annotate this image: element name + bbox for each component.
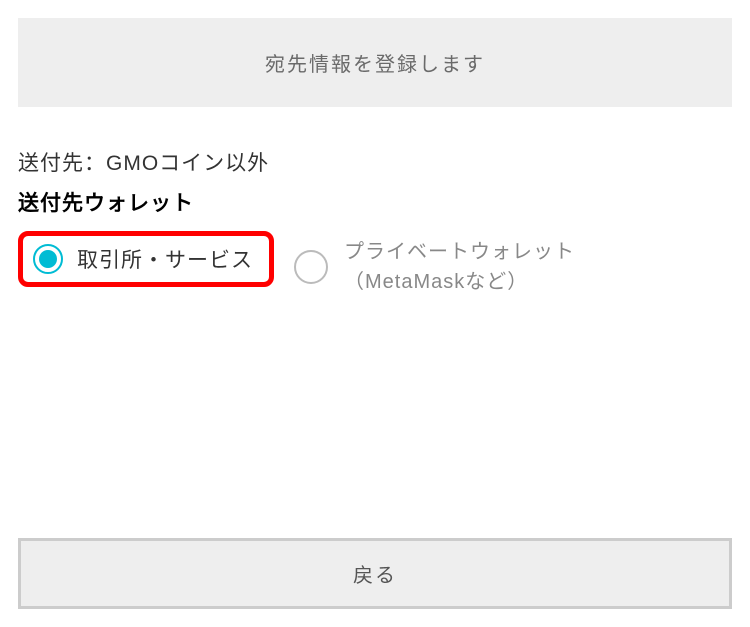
page-title: 宛先情報を登録します — [18, 48, 732, 77]
back-button-label: 戻る — [353, 565, 397, 587]
option-exchange-label: 取引所・サービス — [77, 244, 253, 274]
footer: 戻る — [18, 538, 732, 609]
header-bar: 宛先情報を登録します — [18, 18, 732, 107]
radio-unselected-icon — [294, 250, 328, 284]
content-area: 送付先：GMOコイン以外 送付先ウォレット 取引所・サービス プライベートウォレ… — [0, 107, 750, 297]
wallet-section-label: 送付先ウォレット — [18, 187, 732, 217]
radio-selected-icon — [33, 244, 63, 274]
option-private-wallet[interactable]: プライベートウォレット（MetaMaskなど） — [294, 231, 644, 297]
option-private-label: プライベートウォレット（MetaMaskなど） — [344, 237, 644, 297]
option-exchange-service[interactable]: 取引所・サービス — [18, 231, 274, 287]
wallet-options-row: 取引所・サービス プライベートウォレット（MetaMaskなど） — [18, 231, 732, 297]
destination-label: 送付先：GMOコイン以外 — [18, 147, 732, 177]
back-button[interactable]: 戻る — [18, 538, 732, 609]
radio-inner-dot-icon — [39, 250, 57, 268]
